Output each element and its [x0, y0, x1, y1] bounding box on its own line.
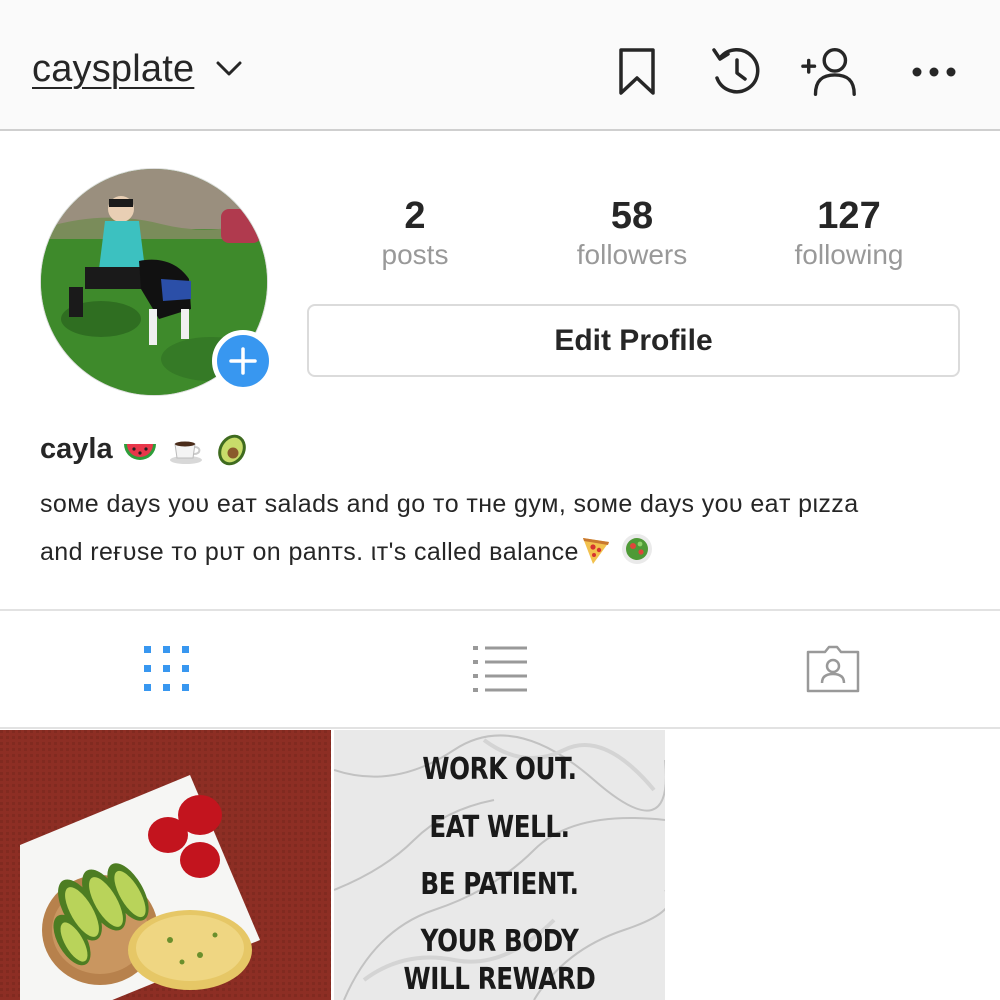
chevron-down-icon [216, 60, 242, 83]
stat-label: following [794, 239, 904, 270]
grid-tab[interactable] [0, 611, 333, 727]
post-tile[interactable]: WORK OUT. EAT WELL. BE PATIENT. YOUR BOD… [334, 730, 665, 1000]
posts-count[interactable]: 2 posts [315, 194, 515, 272]
following-count[interactable]: 127 following [749, 194, 949, 272]
stat-label: posts [381, 239, 449, 270]
list-tab[interactable] [333, 611, 666, 727]
username: caysplate [32, 48, 195, 90]
coffee-emoji [167, 430, 205, 468]
top-bar: caysplate [0, 0, 1000, 131]
tagged-icon [806, 645, 859, 693]
edit-profile-button[interactable]: Edit Profile [307, 304, 960, 377]
followers-count[interactable]: 58 followers [532, 194, 732, 272]
quote-line: WORK OUT. [422, 752, 577, 787]
quote-line: EAT WELL. [429, 810, 570, 845]
bio-line: ѕoмe dayѕ yoυ eaт ѕaladѕ and go тo тнe g… [40, 490, 859, 518]
quote-line: WILL REWARD [403, 962, 596, 997]
account-switcher[interactable]: caysplate [32, 48, 242, 91]
display-name-row: cayla [40, 430, 251, 468]
stat-number: 127 [817, 195, 881, 237]
bio-line-2: and reғυѕe тo pυт on panтѕ. ιт'ѕ called … [40, 528, 970, 576]
grid-icon [143, 646, 189, 691]
bookmark-icon[interactable] [607, 42, 667, 102]
quote-line: BE PATIENT. [420, 867, 579, 902]
stat-number: 58 [610, 195, 654, 237]
bio-line: and reғυѕe тo pυт on panтѕ. ιт'ѕ called … [40, 538, 579, 566]
avocado-emoji [213, 430, 251, 468]
profile-tabs [0, 609, 1000, 729]
stat-number: 2 [404, 195, 426, 237]
salad-emoji [620, 532, 654, 566]
display-name: cayla [40, 432, 113, 465]
bio: ѕoмe dayѕ yoυ eaт ѕaladѕ and go тo тнe g… [40, 480, 970, 576]
add-person-icon[interactable] [800, 42, 860, 102]
pizza-emoji [579, 532, 613, 566]
post-tile[interactable] [0, 730, 331, 1000]
add-story-button[interactable] [212, 330, 274, 392]
more-icon[interactable] [904, 42, 964, 102]
tagged-tab[interactable] [666, 611, 999, 727]
stat-label: followers [576, 239, 688, 270]
history-icon[interactable] [706, 42, 766, 102]
quote-line: YOUR BODY [420, 924, 579, 959]
list-icon [472, 646, 527, 692]
watermelon-emoji [121, 430, 159, 468]
